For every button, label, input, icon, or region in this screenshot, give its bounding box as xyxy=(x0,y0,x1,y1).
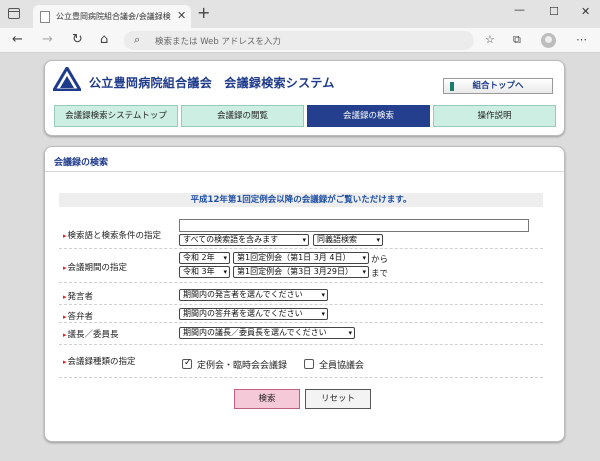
chevron-down-icon: ▾ xyxy=(362,254,366,262)
back-icon[interactable]: ← xyxy=(12,33,23,46)
home-icon[interactable]: ⌂ xyxy=(100,33,108,46)
maximize-icon[interactable]: ☐ xyxy=(549,5,559,18)
row-divider xyxy=(59,377,543,378)
chevron-down-icon: ▾ xyxy=(362,268,366,276)
condition-select-value: すべての検索語を含みます xyxy=(183,235,279,244)
chevron-down-icon: ▾ xyxy=(223,268,227,276)
close-window-icon[interactable]: ✕ xyxy=(581,5,590,18)
synonym-select[interactable]: 同義語検索 ▾ xyxy=(313,234,383,246)
types-label: 会議録種類の指定 xyxy=(63,355,136,367)
search-icon: ⌕ xyxy=(134,33,141,46)
to-year-select[interactable]: 令和 3年 ▾ xyxy=(179,266,230,278)
row-divider xyxy=(59,344,543,345)
row-divider xyxy=(59,248,543,249)
tab-help[interactable]: 操作説明 xyxy=(433,105,556,127)
row-divider xyxy=(59,322,543,323)
site-header: 公立豊岡病院組合議会 会議録検索システム 組合トップへ 会議録検索システムトップ… xyxy=(44,60,565,136)
more-menu-icon[interactable]: ⋯ xyxy=(576,34,587,45)
from-suffix: から xyxy=(371,255,389,265)
to-year-value: 令和 3年 xyxy=(183,267,215,276)
profile-avatar[interactable] xyxy=(541,33,556,48)
chevron-down-icon: ▾ xyxy=(348,329,352,337)
checkbox-regular-session-label: 定例会・臨時会会議録 xyxy=(197,361,288,371)
from-session-value: 第1回定例会（第1日 3月 4日） xyxy=(237,253,351,262)
section-divider xyxy=(45,171,564,172)
chevron-down-icon: ▾ xyxy=(376,236,380,244)
chevron-down-icon: ▾ xyxy=(321,310,325,318)
tab-actions-icon[interactable] xyxy=(8,8,20,19)
chair-select-value: 期間内の議長／委員長を選んでください xyxy=(183,328,327,337)
section-title: 会議録の検索 xyxy=(54,158,109,168)
collections-icon[interactable]: ⧉ xyxy=(513,34,521,45)
speaker-label: 発言者 xyxy=(63,290,94,302)
row-divider xyxy=(59,282,543,283)
tab-browse[interactable]: 会議録の閲覧 xyxy=(181,105,304,127)
synonym-select-value: 同義語検索 xyxy=(317,235,357,244)
from-session-select[interactable]: 第1回定例会（第1日 3月 4日） ▾ xyxy=(233,252,369,264)
favorites-icon[interactable]: ☆ xyxy=(485,34,495,45)
chevron-down-icon: ▾ xyxy=(321,291,325,299)
top-page-link-label: 組合トップへ xyxy=(472,81,524,91)
main-nav: 会議録検索システムトップ 会議録の閲覧 会議録の検索 操作説明 xyxy=(54,105,556,127)
speaker-select[interactable]: 期間内の発言者を選んでください ▾ xyxy=(179,289,328,301)
address-bar[interactable]: ⌕ 検索または Web アドレスを入力 xyxy=(124,31,474,50)
answerer-label: 答弁者 xyxy=(63,310,94,322)
answerer-select[interactable]: 期間内の答弁者を選んでください ▾ xyxy=(179,308,328,320)
keyword-input[interactable] xyxy=(179,219,529,232)
tab-search[interactable]: 会議録の検索 xyxy=(307,105,430,127)
condition-select[interactable]: すべての検索語を含みます ▾ xyxy=(179,234,309,246)
minimize-icon[interactable]: — xyxy=(514,3,525,16)
browser-tab-bar: 公立豊岡病院組合議会/会議録検 ✕ + — ☐ ✕ xyxy=(0,0,600,28)
to-session-value: 第1回定例会（第3日 3月29日） xyxy=(237,267,353,276)
page-favicon-icon xyxy=(40,11,50,23)
checkbox-plenary[interactable] xyxy=(304,359,314,369)
tab-close-icon[interactable]: ✕ xyxy=(177,9,186,22)
search-panel: 会議録の検索 平成12年第1回定例会以降の会議録がご覧いただけます。 検索語と検… xyxy=(44,146,565,442)
reset-button[interactable]: リセット xyxy=(305,389,371,409)
tab-title: 公立豊岡病院組合議会/会議録検 xyxy=(56,12,171,21)
tab-system-top[interactable]: 会議録検索システムトップ xyxy=(54,105,178,127)
new-tab-icon[interactable]: + xyxy=(197,5,210,21)
forward-icon[interactable]: → xyxy=(42,33,53,46)
browser-tab[interactable]: 公立豊岡病院組合議会/会議録検 ✕ xyxy=(33,5,191,28)
speaker-select-value: 期間内の発言者を選んでください xyxy=(183,290,303,299)
search-button[interactable]: 検索 xyxy=(234,389,300,409)
refresh-icon[interactable]: ↻ xyxy=(72,33,83,46)
to-suffix: まで xyxy=(371,269,389,279)
period-label: 会議期間の指定 xyxy=(63,261,128,273)
top-page-link[interactable]: 組合トップへ xyxy=(443,78,553,94)
answerer-select-value: 期間内の答弁者を選んでください xyxy=(183,309,303,318)
row-divider xyxy=(59,304,543,305)
keyword-label: 検索語と検索条件の指定 xyxy=(63,229,162,241)
chair-label: 議長／委員長 xyxy=(63,328,119,340)
chevron-down-icon: ▾ xyxy=(302,236,306,244)
address-input[interactable]: 検索または Web アドレスを入力 xyxy=(155,35,281,47)
checkbox-plenary-label: 全員協議会 xyxy=(319,361,365,371)
availability-notice: 平成12年第1回定例会以降の会議録がご覧いただけます。 xyxy=(59,193,543,207)
browser-toolbar: ← → ↻ ⌂ ⌕ 検索または Web アドレスを入力 ☆ ⧉ ⋯ xyxy=(0,28,600,53)
from-year-value: 令和 2年 xyxy=(183,253,215,262)
chair-select[interactable]: 期間内の議長／委員長を選んでください ▾ xyxy=(179,327,355,339)
link-marker-icon xyxy=(450,82,454,91)
to-session-select[interactable]: 第1回定例会（第3日 3月29日） ▾ xyxy=(233,266,369,278)
chevron-down-icon: ▾ xyxy=(223,254,227,262)
checkbox-regular-session[interactable] xyxy=(182,358,192,369)
site-title: 公立豊岡病院組合議会 会議録検索システム xyxy=(89,76,335,90)
site-logo-icon xyxy=(53,67,81,91)
from-year-select[interactable]: 令和 2年 ▾ xyxy=(179,252,230,264)
